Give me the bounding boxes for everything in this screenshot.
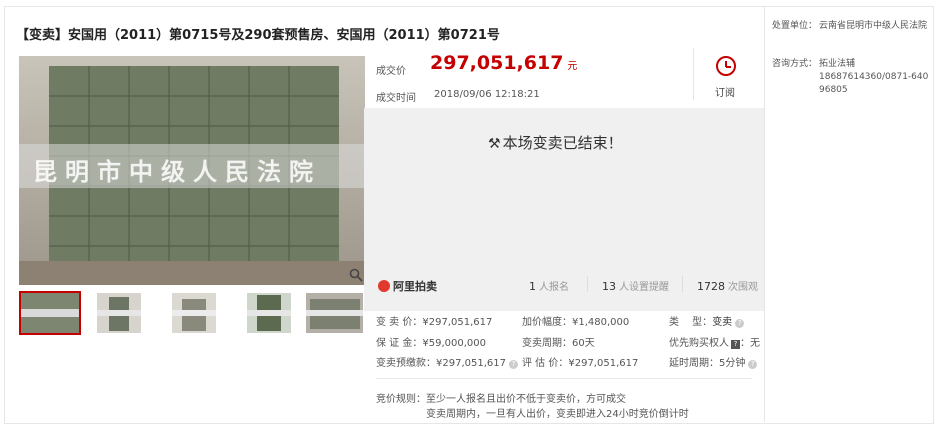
prepayment: 变卖预缴款：¥297,051,617? — [376, 354, 518, 369]
registration-count: 1 人报名 — [529, 278, 569, 293]
delay-text: 延时周期：5分钟 — [669, 358, 746, 369]
price-unit: 元 — [567, 61, 578, 72]
magnifier-icon[interactable] — [348, 268, 364, 284]
contact-label: 咨询方式： — [772, 59, 818, 69]
registration-label: 人报名 — [539, 282, 569, 293]
appraisal-price: 评 估 价：¥297,051,617 — [522, 358, 639, 369]
alibaba-auction-logo: 阿里拍卖 — [378, 278, 437, 294]
priority-buyer: 优先购买权人? ：无 — [669, 334, 760, 349]
divider — [587, 276, 588, 292]
sale-price: 变 卖 价：¥297,051,617 — [376, 317, 493, 328]
priority-value: ：无 — [740, 338, 760, 349]
divider — [376, 378, 752, 379]
view-number: 1728 — [697, 280, 725, 293]
help-icon[interactable]: ? — [508, 360, 518, 369]
sale-period: 变卖周期：60天 — [522, 338, 595, 349]
price-value: 297,051,617 — [430, 52, 564, 74]
divider — [764, 6, 765, 422]
thumbnail[interactable] — [247, 293, 291, 333]
status-message: ⚒ 本场变卖已结束！ — [488, 132, 623, 153]
disposal-unit-value[interactable]: 云南省昆明市中级人民法院 — [819, 20, 931, 33]
price-label: 成交价 — [376, 66, 406, 77]
divider — [693, 48, 694, 100]
auction-logo-icon — [378, 280, 390, 292]
help-icon[interactable]: ? — [748, 360, 758, 369]
rules-line-2: 变卖周期内，一旦有人出价，变卖即进入24小时竞价倒计时 — [426, 409, 689, 420]
bidding-rules: 竞价规则：至少一人报名且出价不低于变卖价，方可成交 — [376, 390, 626, 405]
final-price: 297,051,617 元 — [430, 52, 577, 74]
contact-phone: 18687614360/0871-64096805 — [819, 72, 929, 95]
deal-time-value: 2018/09/06 12:18:21 — [434, 89, 540, 100]
prepayment-text: 变卖预缴款：¥297,051,617 — [376, 358, 506, 369]
auction-info: 成交价 297,051,617 元 成交时间 2018/09/06 12:18:2… — [364, 48, 764, 420]
court-watermark: 昆明市中级人民法院 — [33, 158, 321, 186]
view-count: 1728 次围观 — [697, 278, 758, 293]
status-text: 本场变卖已结束！ — [502, 134, 623, 152]
brand-name: 阿里拍卖 — [393, 280, 437, 293]
registration-number: 1 — [529, 280, 536, 293]
contact-name: 拓业法辅 — [819, 59, 856, 69]
subscribe-button[interactable]: 订阅 — [715, 84, 735, 99]
type-value: 变卖 — [712, 317, 733, 328]
rules-label: 竞价规则： — [376, 394, 426, 405]
deal-time-label: 成交时间 — [376, 93, 416, 104]
help-icon[interactable]: ? — [735, 319, 745, 328]
thumbnail[interactable] — [306, 293, 363, 333]
reminder-number: 13 — [602, 280, 616, 293]
thumbnail-strip — [19, 291, 365, 337]
disposal-unit-label: 处置单位： — [772, 21, 818, 31]
type-label: 类 型： — [669, 317, 713, 328]
thumbnail[interactable] — [172, 293, 216, 333]
gavel-icon: ⚒ — [488, 136, 501, 152]
thumbnail[interactable] — [19, 291, 81, 335]
thumbnail[interactable] — [97, 293, 141, 333]
reminder-count: 13 人设置提醒 — [602, 278, 669, 293]
alarm-clock-icon[interactable] — [716, 56, 736, 76]
priority-label: 优先购买权人 — [669, 338, 729, 349]
auction-type: 类 型：变卖? — [669, 313, 745, 328]
view-label: 次围观 — [728, 282, 758, 293]
rules-line-1: 至少一人报名且出价不低于变卖价，方可成交 — [426, 394, 626, 405]
page-title: 【变卖】安国用（2011）第0715号及290套预售房、安国用（2011）第07… — [16, 28, 500, 43]
main-image[interactable]: 昆明市中级人民法院 — [19, 56, 365, 285]
delay-period: 延时周期：5分钟? — [669, 354, 758, 369]
deposit: 保 证 金：¥59,000,000 — [376, 338, 486, 349]
priority-info-icon[interactable]: ? — [731, 340, 740, 349]
divider — [682, 276, 683, 292]
reminder-label: 人设置提醒 — [619, 282, 669, 293]
bid-increment: 加价幅度：¥1,480,000 — [522, 317, 630, 328]
